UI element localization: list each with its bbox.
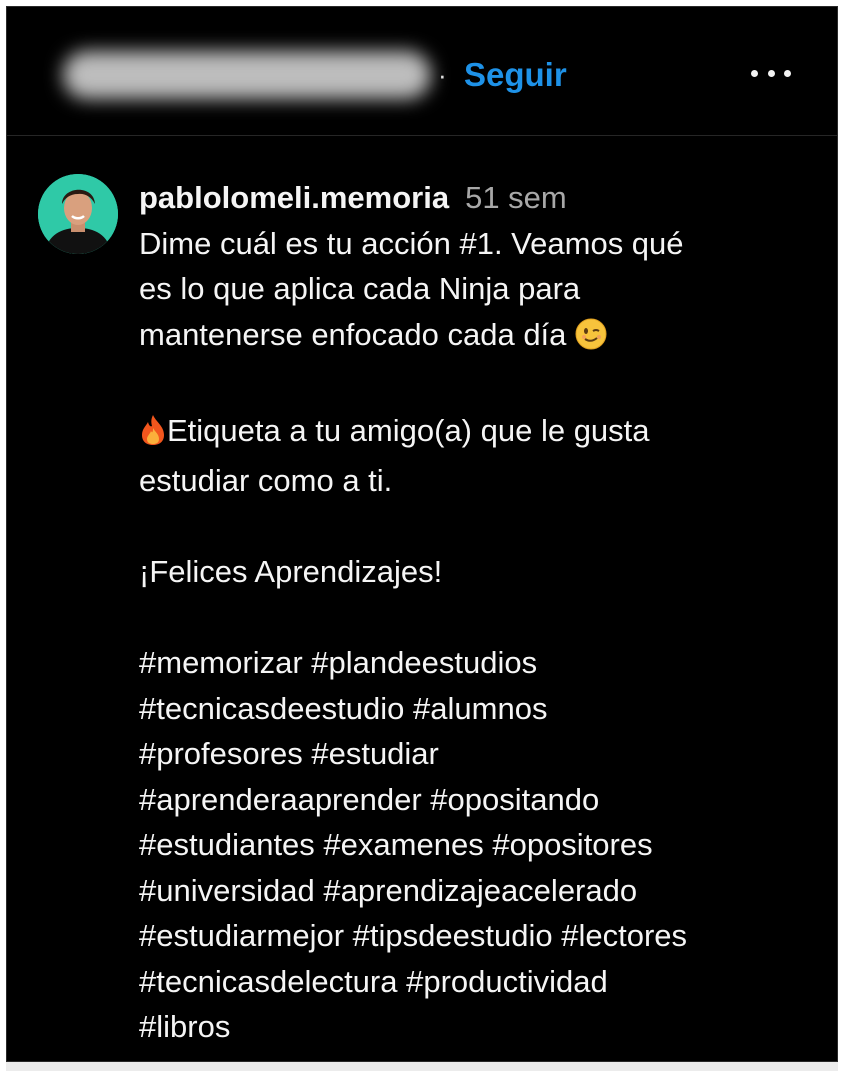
blurred-username[interactable] — [63, 51, 431, 99]
hashtag-line: #aprenderaaprender #opositando — [139, 777, 829, 823]
post-caption: pablolomeli.memoria 51 sem Dime cuál es t… — [139, 175, 829, 1050]
dot — [751, 69, 758, 77]
post-header: · Seguir — [7, 7, 837, 136]
hashtag-line: #memorizar #plandeestudios — [139, 640, 829, 686]
caption-line-text: mantenerse enfocado cada día — [139, 316, 567, 352]
hashtag-link[interactable]: #lectores — [561, 918, 687, 953]
hashtag-line: #estudiantes #examenes #opositores — [139, 822, 829, 868]
hashtag-link[interactable]: #estudiar — [311, 736, 439, 771]
hashtag-link[interactable]: #tecnicasdelectura — [139, 964, 398, 999]
wink-emoji-icon — [575, 317, 607, 363]
header-separator: · — [438, 60, 447, 90]
hashtag-link[interactable]: #memorizar — [139, 645, 303, 680]
hashtag-link[interactable]: #universidad — [139, 873, 315, 908]
hashtag-link[interactable]: #tipsdeestudio — [353, 918, 553, 953]
dot — [767, 69, 775, 77]
post-time[interactable]: 51 sem — [465, 180, 567, 215]
bottom-border-strip — [6, 1062, 838, 1071]
hashtag-line: #universidad #aprendizajeacelerado — [139, 868, 829, 914]
hashtag-link[interactable]: #opositando — [430, 782, 599, 817]
hashtag-line: #libros — [139, 1004, 829, 1050]
caption-line-text: Etiqueta a tu amigo(a) que le gusta — [167, 412, 650, 448]
more-options-icon[interactable] — [751, 63, 791, 83]
hashtag-link[interactable]: #libros — [139, 1009, 230, 1044]
caption-line: Dime cuál es tu acción #1. Veamos qué — [139, 225, 684, 261]
hashtag-link[interactable]: #examenes — [323, 827, 483, 862]
hashtag-link[interactable]: #opositores — [492, 827, 652, 862]
hashtag-link[interactable]: #estudiantes — [139, 827, 315, 862]
hashtag-link[interactable]: #plandeestudios — [311, 645, 537, 680]
avatar[interactable] — [38, 174, 118, 254]
hashtag-line: #tecnicasdeestudio #alumnos — [139, 686, 829, 732]
hashtag-link[interactable]: #alumnos — [413, 691, 547, 726]
follow-button[interactable]: Seguir — [464, 51, 567, 99]
hashtag-list: #memorizar #plandeestudios #tecnicasdeest… — [139, 640, 829, 1050]
caption-username[interactable]: pablolomeli.memoria — [139, 180, 449, 215]
hashtag-line: #tecnicasdelectura #productividad — [139, 959, 829, 1005]
avatar-image — [38, 174, 118, 254]
hashtag-link[interactable]: #aprendizajeacelerado — [323, 873, 637, 908]
hashtag-line: #estudiarmejor #tipsdeestudio #lectores — [139, 913, 829, 959]
dot — [784, 69, 791, 77]
hashtag-link[interactable]: #productividad — [406, 964, 608, 999]
hashtag-link[interactable]: #tecnicasdeestudio — [139, 691, 404, 726]
caption-line: ¡Felices Aprendizajes! — [139, 554, 443, 589]
instagram-comments-panel: · Seguir pablolomeli.memoria 51 sem Dime … — [6, 6, 838, 1062]
hashtag-link[interactable]: #estudiarmejor — [139, 918, 344, 953]
caption-line-with-emoji: mantenerse enfocado cada día — [139, 312, 829, 363]
caption-first-paragraph: pablolomeli.memoria 51 sem — [139, 175, 829, 221]
caption-line-with-emoji: Etiqueta a tu amigo(a) que le gusta — [139, 408, 829, 459]
hashtag-link[interactable]: #aprenderaaprender — [139, 782, 422, 817]
hashtag-line: #profesores #estudiar — [139, 731, 829, 777]
caption-line: es lo que aplica cada Ninja para — [139, 271, 581, 306]
caption-line: estudiar como a ti. — [139, 463, 393, 498]
fire-emoji-icon — [139, 413, 167, 459]
hashtag-link[interactable]: #profesores — [139, 736, 303, 771]
